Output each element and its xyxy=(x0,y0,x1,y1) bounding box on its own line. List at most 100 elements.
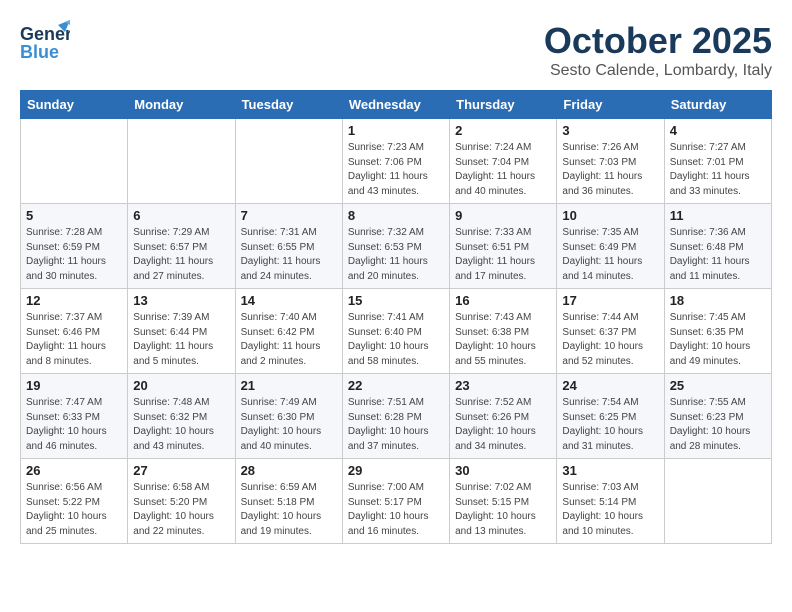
day-of-week-header: Friday xyxy=(557,91,664,119)
day-number: 22 xyxy=(348,378,444,393)
calendar-day-cell: 19Sunrise: 7:47 AM Sunset: 6:33 PM Dayli… xyxy=(21,374,128,459)
calendar-day-cell: 28Sunrise: 6:59 AM Sunset: 5:18 PM Dayli… xyxy=(235,459,342,544)
day-info: Sunrise: 6:59 AM Sunset: 5:18 PM Dayligh… xyxy=(241,481,337,539)
calendar-day-cell: 30 Sunrise: 7:02 AM Sunset: 5:15 PM Dayli… xyxy=(450,459,557,544)
calendar-day-cell: 4 Sunrise: 7:27 AM Sunset: 7:01 PM Daylig… xyxy=(664,119,771,204)
day-number: 12 xyxy=(26,293,122,308)
logo-icon: General Blue xyxy=(20,20,70,70)
day-of-week-header: Wednesday xyxy=(342,91,449,119)
day-number: 21 xyxy=(241,378,337,393)
calendar-day-cell xyxy=(664,459,771,544)
day-info: Sunrise: 7:02 AM Sunset: 5:15 PM Dayligh… xyxy=(455,481,551,539)
day-info: Sunrise: 7:35 AM Sunset: 6:49 PM Dayligh… xyxy=(562,226,658,284)
calendar-day-cell: 3 Sunrise: 7:26 AM Sunset: 7:03 PM Daylig… xyxy=(557,119,664,204)
day-number: 6 xyxy=(133,208,229,223)
day-info: Sunrise: 7:54 AM Sunset: 6:25 PM Dayligh… xyxy=(562,396,658,454)
day-number: 8 xyxy=(348,208,444,223)
day-number: 3 xyxy=(562,123,658,138)
day-number: 4 xyxy=(670,123,766,138)
calendar-day-cell: 16Sunrise: 7:43 AM Sunset: 6:38 PM Dayli… xyxy=(450,289,557,374)
title-section: October 2025 Sesto Calende, Lombardy, It… xyxy=(544,20,772,80)
calendar-week-row: 12 Sunrise: 7:37 AM Sunset: 6:46 PM Dayli… xyxy=(21,289,772,374)
calendar-day-cell: 6 Sunrise: 7:29 AM Sunset: 6:57 PM Daylig… xyxy=(128,204,235,289)
day-number: 9 xyxy=(455,208,551,223)
calendar-day-cell: 23 Sunrise: 7:52 AM Sunset: 6:26 PM Dayli… xyxy=(450,374,557,459)
day-number: 17 xyxy=(562,293,658,308)
day-info: Sunrise: 7:32 AM Sunset: 6:53 PM Dayligh… xyxy=(348,226,444,284)
day-info: Sunrise: 7:27 AM Sunset: 7:01 PM Dayligh… xyxy=(670,141,766,199)
day-of-week-header: Tuesday xyxy=(235,91,342,119)
calendar-table: SundayMondayTuesdayWednesdayThursdayFrid… xyxy=(20,90,772,544)
day-number: 2 xyxy=(455,123,551,138)
calendar-day-cell: 13 Sunrise: 7:39 AM Sunset: 6:44 PM Dayli… xyxy=(128,289,235,374)
calendar-day-cell: 17 Sunrise: 7:44 AM Sunset: 6:37 PM Dayli… xyxy=(557,289,664,374)
calendar-week-row: 1 Sunrise: 7:23 AM Sunset: 7:06 PM Daylig… xyxy=(21,119,772,204)
day-info: Sunrise: 7:26 AM Sunset: 7:03 PM Dayligh… xyxy=(562,141,658,199)
calendar-day-cell: 12 Sunrise: 7:37 AM Sunset: 6:46 PM Dayli… xyxy=(21,289,128,374)
day-number: 30 xyxy=(455,463,551,478)
day-info: Sunrise: 7:00 AM Sunset: 5:17 PM Dayligh… xyxy=(348,481,444,539)
day-number: 31 xyxy=(562,463,658,478)
calendar-body: 1 Sunrise: 7:23 AM Sunset: 7:06 PM Daylig… xyxy=(21,119,772,544)
calendar-day-cell: 22 Sunrise: 7:51 AM Sunset: 6:28 PM Dayli… xyxy=(342,374,449,459)
day-number: 23 xyxy=(455,378,551,393)
day-number: 10 xyxy=(562,208,658,223)
day-info: Sunrise: 7:33 AM Sunset: 6:51 PM Dayligh… xyxy=(455,226,551,284)
calendar-header-row: SundayMondayTuesdayWednesdayThursdayFrid… xyxy=(21,91,772,119)
day-number: 14 xyxy=(241,293,337,308)
calendar-day-cell: 20 Sunrise: 7:48 AM Sunset: 6:32 PM Dayli… xyxy=(128,374,235,459)
day-info: Sunrise: 7:39 AM Sunset: 6:44 PM Dayligh… xyxy=(133,311,229,369)
day-number: 26 xyxy=(26,463,122,478)
day-info: Sunrise: 7:44 AM Sunset: 6:37 PM Dayligh… xyxy=(562,311,658,369)
day-info: Sunrise: 7:31 AM Sunset: 6:55 PM Dayligh… xyxy=(241,226,337,284)
page-header: General Blue October 2025 Sesto Calende,… xyxy=(20,20,772,80)
day-of-week-header: Saturday xyxy=(664,91,771,119)
calendar-day-cell: 8 Sunrise: 7:32 AM Sunset: 6:53 PM Daylig… xyxy=(342,204,449,289)
calendar-day-cell: 18Sunrise: 7:45 AM Sunset: 6:35 PM Dayli… xyxy=(664,289,771,374)
day-info: Sunrise: 7:03 AM Sunset: 5:14 PM Dayligh… xyxy=(562,481,658,539)
calendar-day-cell: 15 Sunrise: 7:41 AM Sunset: 6:40 PM Dayli… xyxy=(342,289,449,374)
day-info: Sunrise: 7:41 AM Sunset: 6:40 PM Dayligh… xyxy=(348,311,444,369)
day-of-week-header: Thursday xyxy=(450,91,557,119)
day-of-week-header: Monday xyxy=(128,91,235,119)
day-number: 20 xyxy=(133,378,229,393)
day-info: Sunrise: 7:43 AM Sunset: 6:38 PM Dayligh… xyxy=(455,311,551,369)
day-number: 11 xyxy=(670,208,766,223)
calendar-day-cell: 9 Sunrise: 7:33 AM Sunset: 6:51 PM Daylig… xyxy=(450,204,557,289)
day-number: 15 xyxy=(348,293,444,308)
calendar-day-cell: 29 Sunrise: 7:00 AM Sunset: 5:17 PM Dayli… xyxy=(342,459,449,544)
day-info: Sunrise: 7:48 AM Sunset: 6:32 PM Dayligh… xyxy=(133,396,229,454)
day-info: Sunrise: 7:29 AM Sunset: 6:57 PM Dayligh… xyxy=(133,226,229,284)
day-number: 13 xyxy=(133,293,229,308)
calendar-day-cell: 26 Sunrise: 6:56 AM Sunset: 5:22 PM Dayli… xyxy=(21,459,128,544)
day-info: Sunrise: 6:56 AM Sunset: 5:22 PM Dayligh… xyxy=(26,481,122,539)
calendar-day-cell: 27Sunrise: 6:58 AM Sunset: 5:20 PM Dayli… xyxy=(128,459,235,544)
day-info: Sunrise: 7:23 AM Sunset: 7:06 PM Dayligh… xyxy=(348,141,444,199)
day-number: 1 xyxy=(348,123,444,138)
day-info: Sunrise: 7:37 AM Sunset: 6:46 PM Dayligh… xyxy=(26,311,122,369)
calendar-day-cell: 1 Sunrise: 7:23 AM Sunset: 7:06 PM Daylig… xyxy=(342,119,449,204)
day-info: Sunrise: 7:36 AM Sunset: 6:48 PM Dayligh… xyxy=(670,226,766,284)
day-number: 27 xyxy=(133,463,229,478)
calendar-day-cell: 2 Sunrise: 7:24 AM Sunset: 7:04 PM Daylig… xyxy=(450,119,557,204)
day-number: 29 xyxy=(348,463,444,478)
calendar-day-cell xyxy=(235,119,342,204)
day-info: Sunrise: 7:55 AM Sunset: 6:23 PM Dayligh… xyxy=(670,396,766,454)
day-info: Sunrise: 7:51 AM Sunset: 6:28 PM Dayligh… xyxy=(348,396,444,454)
calendar-day-cell: 14Sunrise: 7:40 AM Sunset: 6:42 PM Dayli… xyxy=(235,289,342,374)
calendar-week-row: 26 Sunrise: 6:56 AM Sunset: 5:22 PM Dayli… xyxy=(21,459,772,544)
day-info: Sunrise: 7:24 AM Sunset: 7:04 PM Dayligh… xyxy=(455,141,551,199)
day-number: 5 xyxy=(26,208,122,223)
day-number: 25 xyxy=(670,378,766,393)
calendar-day-cell: 25 Sunrise: 7:55 AM Sunset: 6:23 PM Dayli… xyxy=(664,374,771,459)
day-number: 18 xyxy=(670,293,766,308)
calendar-day-cell: 5 Sunrise: 7:28 AM Sunset: 6:59 PM Daylig… xyxy=(21,204,128,289)
day-info: Sunrise: 7:28 AM Sunset: 6:59 PM Dayligh… xyxy=(26,226,122,284)
day-of-week-header: Sunday xyxy=(21,91,128,119)
logo: General Blue xyxy=(20,20,75,70)
calendar-day-cell: 31 Sunrise: 7:03 AM Sunset: 5:14 PM Dayli… xyxy=(557,459,664,544)
day-number: 24 xyxy=(562,378,658,393)
day-info: Sunrise: 7:52 AM Sunset: 6:26 PM Dayligh… xyxy=(455,396,551,454)
calendar-day-cell xyxy=(128,119,235,204)
calendar-day-cell: 21Sunrise: 7:49 AM Sunset: 6:30 PM Dayli… xyxy=(235,374,342,459)
